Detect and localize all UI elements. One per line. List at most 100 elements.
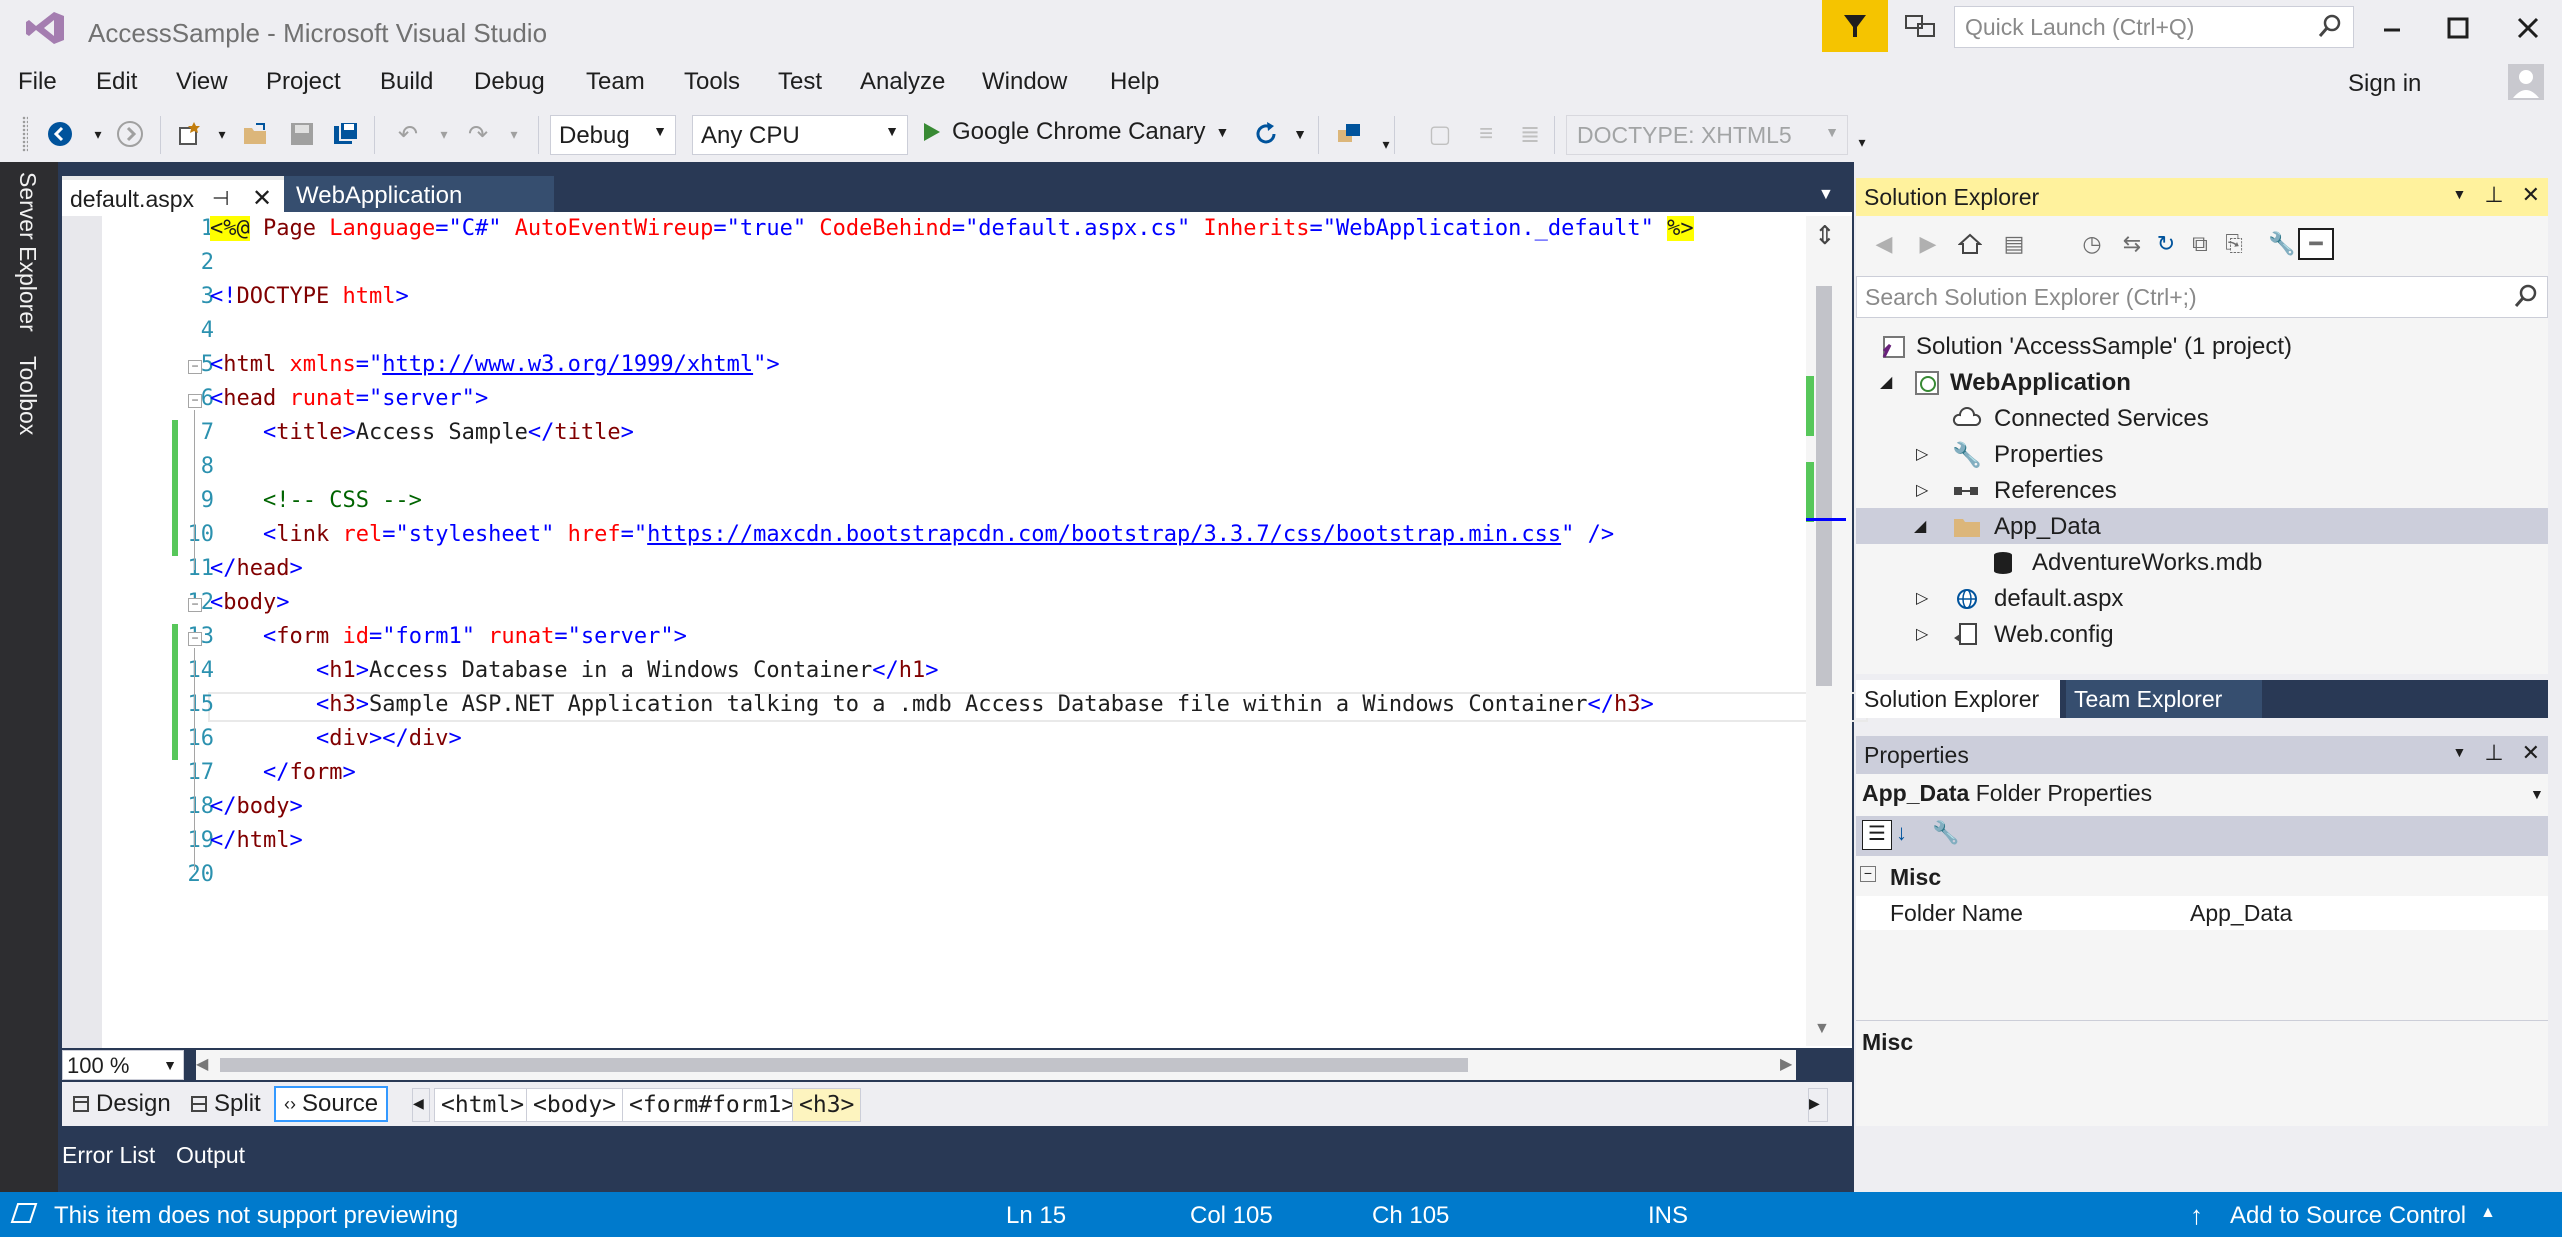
- home-icon[interactable]: [1952, 228, 1988, 260]
- close-window-button[interactable]: [2494, 0, 2562, 56]
- properties-header[interactable]: Properties ▼ ⊥ ✕: [1856, 736, 2548, 774]
- comment-icon[interactable]: ▢: [1424, 118, 1456, 150]
- back-icon[interactable]: ◀: [1866, 228, 1902, 260]
- minimize-button[interactable]: [2358, 0, 2426, 56]
- chevron-down-icon[interactable]: ▾: [428, 118, 460, 150]
- navigate-forward-icon[interactable]: [114, 118, 146, 150]
- menu-test[interactable]: Test: [778, 68, 822, 96]
- menu-window[interactable]: Window: [982, 68, 1067, 96]
- breadcrumb-html[interactable]: <html>: [434, 1088, 532, 1122]
- uncomment-icon[interactable]: ≣: [1514, 118, 1546, 150]
- crumb-forward-icon[interactable]: ▶: [1808, 1088, 1828, 1122]
- notifications-flag-icon[interactable]: [1822, 0, 1888, 52]
- split-editor-icon[interactable]: ⇕: [1814, 220, 1836, 251]
- tree-item-references[interactable]: References: [1952, 474, 2117, 508]
- tree-item-web-config[interactable]: Web.config: [1952, 618, 2114, 652]
- close-icon[interactable]: ✕: [252, 184, 272, 213]
- tab-solution-explorer[interactable]: Solution Explorer: [1856, 680, 2060, 718]
- crumb-back-icon[interactable]: ◀: [412, 1088, 430, 1122]
- chevron-down-icon[interactable]: ▼: [1284, 118, 1316, 150]
- collapse-toggle[interactable]: −: [188, 394, 202, 408]
- property-pages-wrench-icon[interactable]: 🔧: [1932, 820, 1959, 846]
- close-icon[interactable]: ✕: [2522, 740, 2540, 766]
- menu-tools[interactable]: Tools: [684, 68, 740, 96]
- chevron-down-icon[interactable]: ▼: [2530, 786, 2544, 802]
- open-file-icon[interactable]: [240, 118, 272, 150]
- code-editor[interactable]: 1 2 3 4 5 6 7 8 9 10 11 12 13 14 15 16 1…: [62, 216, 1868, 1048]
- tab-webapplication[interactable]: WebApplication: [284, 176, 554, 214]
- properties-wrench-icon[interactable]: 🔧: [2264, 228, 2300, 260]
- pin-icon[interactable]: ⊣: [212, 186, 229, 211]
- collapse-category-icon[interactable]: −: [1860, 866, 1876, 882]
- breadcrumb-h3[interactable]: <h3>: [792, 1088, 862, 1122]
- collapse-toggle[interactable]: −: [188, 360, 202, 374]
- tab-list-dropdown-icon[interactable]: ▼: [1818, 186, 1834, 204]
- chevron-down-icon[interactable]: ▾: [498, 118, 530, 150]
- menu-project[interactable]: Project: [266, 68, 341, 96]
- solution-explorer-search-input[interactable]: Search Solution Explorer (Ctrl+;): [1856, 276, 2548, 318]
- collapsed-arrow-icon[interactable]: ▷: [1916, 624, 1928, 644]
- source-view-button[interactable]: ‹› Source: [274, 1086, 389, 1122]
- sign-in-link[interactable]: Sign in: [2348, 70, 2421, 98]
- start-debugging-button[interactable]: Google Chrome Canary ▼: [922, 118, 1229, 146]
- menu-build[interactable]: Build: [380, 68, 433, 96]
- switch-views-icon[interactable]: ▤: [1996, 228, 2032, 260]
- collapsed-arrow-icon[interactable]: ▷: [1916, 480, 1928, 500]
- scroll-left-icon[interactable]: ◀: [196, 1054, 208, 1074]
- refresh-icon[interactable]: ↻: [2148, 228, 2184, 260]
- window-options-icon[interactable]: ▼: [2453, 740, 2467, 766]
- doctype-select[interactable]: DOCTYPE: XHTML5 ▼: [1566, 115, 1848, 155]
- avatar[interactable]: [2508, 64, 2544, 100]
- sync-icon[interactable]: ⇆: [2114, 228, 2150, 260]
- collapse-all-icon[interactable]: ⧉: [2182, 228, 2218, 260]
- tab-team-explorer[interactable]: Team Explorer: [2066, 680, 2262, 718]
- toolbar-grip[interactable]: [22, 116, 28, 152]
- pending-changes-filter-icon[interactable]: ◷: [2074, 228, 2110, 260]
- collapse-toggle[interactable]: −: [188, 632, 202, 646]
- chevron-down-icon[interactable]: ▾: [206, 118, 238, 150]
- expanded-arrow-icon[interactable]: ◢: [1880, 372, 1892, 392]
- tab-default-aspx[interactable]: default.aspx ⊣ ✕: [62, 176, 284, 214]
- scroll-right-icon[interactable]: ▶: [1780, 1054, 1792, 1074]
- solution-configuration-select[interactable]: Debug ▼: [550, 115, 676, 155]
- forward-icon[interactable]: ▶: [1910, 228, 1946, 260]
- tree-item-project[interactable]: WebApplication: [1914, 366, 2131, 400]
- browser-link-icon[interactable]: [1334, 118, 1366, 150]
- collapsed-arrow-icon[interactable]: ▷: [1916, 588, 1928, 608]
- collapse-toggle[interactable]: −: [188, 598, 202, 612]
- show-all-files-icon[interactable]: ⎘: [2216, 228, 2252, 260]
- design-view-button[interactable]: Design: [72, 1090, 171, 1118]
- zoom-select[interactable]: 100 % ▼: [62, 1050, 184, 1080]
- menu-help[interactable]: Help: [1110, 68, 1159, 96]
- split-view-button[interactable]: Split: [190, 1090, 261, 1118]
- source-control-button[interactable]: Add to Source Control: [2230, 1202, 2466, 1230]
- tree-item-mdb-file[interactable]: AdventureWorks.mdb: [1990, 546, 2262, 580]
- quick-launch-input[interactable]: Quick Launch (Ctrl+Q): [1954, 6, 2354, 48]
- menu-analyze[interactable]: Analyze: [860, 68, 945, 96]
- toolbox-tab[interactable]: Toolbox: [14, 356, 41, 435]
- alphabetical-icon[interactable]: ↓: [1896, 820, 1907, 846]
- redo-icon[interactable]: ↷: [462, 118, 494, 150]
- save-icon[interactable]: [286, 118, 318, 150]
- tree-item-default-aspx[interactable]: default.aspx: [1952, 582, 2123, 616]
- menu-file[interactable]: File: [18, 68, 57, 96]
- refresh-browser-icon[interactable]: [1250, 118, 1282, 150]
- pin-icon[interactable]: ⊥: [2484, 740, 2503, 766]
- format-document-icon[interactable]: ≡: [1470, 118, 1502, 150]
- solution-platform-select[interactable]: Any CPU ▼: [692, 115, 908, 155]
- undo-icon[interactable]: ↶: [392, 118, 424, 150]
- breadcrumb-body[interactable]: <body>: [526, 1088, 624, 1122]
- navigate-back-icon[interactable]: [44, 118, 76, 150]
- menu-view[interactable]: View: [176, 68, 228, 96]
- menu-debug[interactable]: Debug: [474, 68, 545, 96]
- breadcrumb-form[interactable]: <form#form1>: [622, 1088, 803, 1122]
- maximize-button[interactable]: [2424, 0, 2492, 56]
- pin-icon[interactable]: ⊥: [2484, 182, 2503, 208]
- tree-item-solution[interactable]: Solution 'AccessSample' (1 project): [1880, 330, 2292, 364]
- properties-object-select[interactable]: App_Data Folder Properties: [1862, 780, 2152, 807]
- collapsed-arrow-icon[interactable]: ▷: [1916, 444, 1928, 464]
- categorized-icon[interactable]: ☰: [1862, 820, 1892, 850]
- chevron-down-icon[interactable]: ▼: [1215, 124, 1229, 140]
- new-project-icon[interactable]: [174, 118, 206, 150]
- tree-item-connected-services[interactable]: Connected Services: [1952, 402, 2209, 436]
